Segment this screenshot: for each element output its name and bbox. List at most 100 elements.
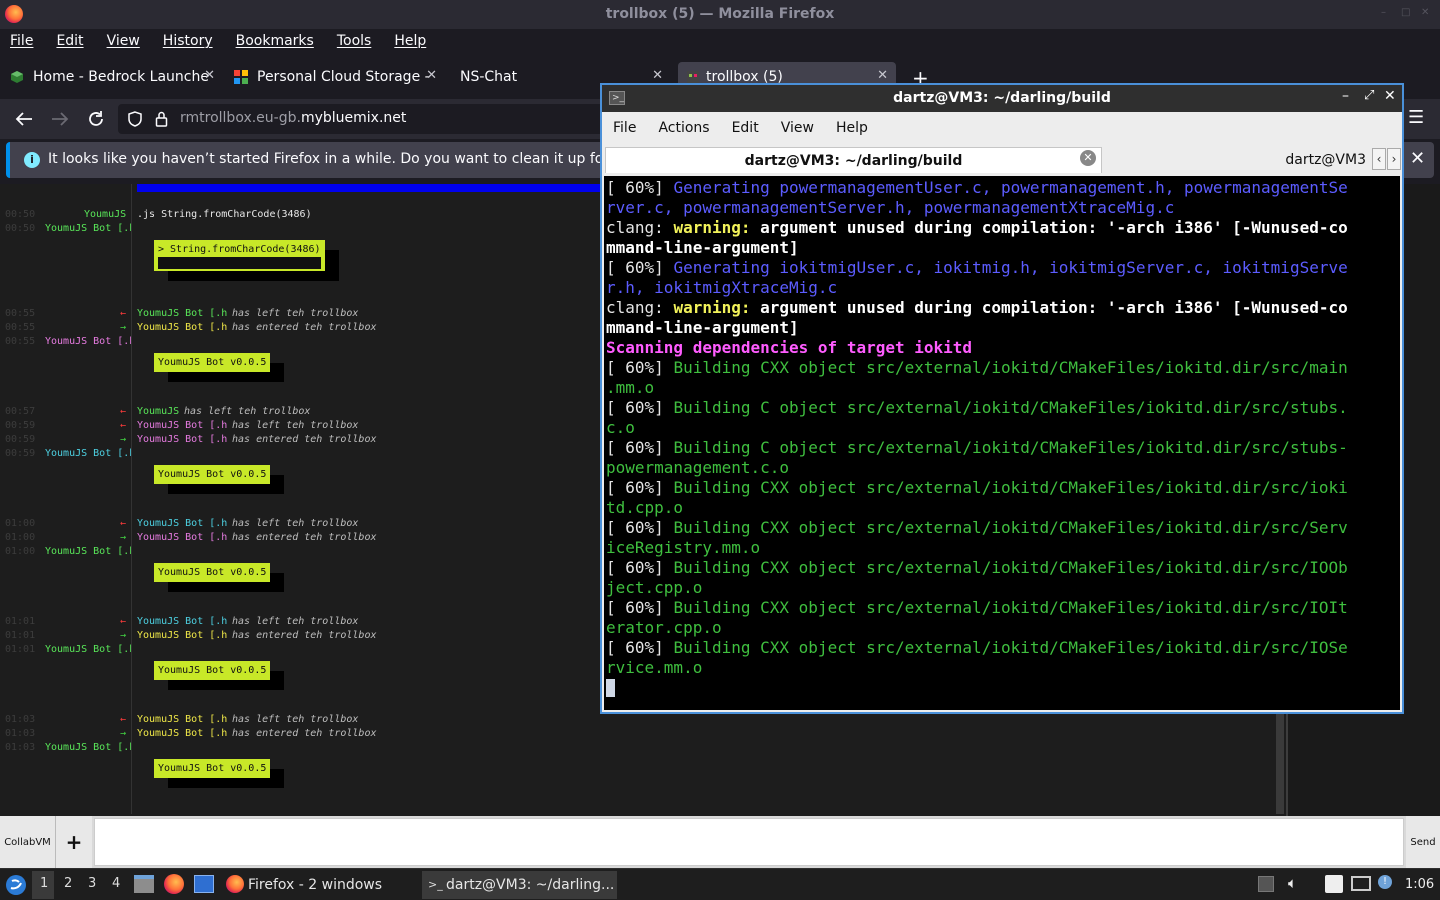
chat-nick[interactable]: YoumuJS Bot [.h xyxy=(137,532,227,543)
reload-icon[interactable] xyxy=(87,110,105,128)
tab-close-icon[interactable]: ✕ xyxy=(204,68,215,83)
tab-personal-cloud[interactable]: Personal Cloud Storage - ✕ xyxy=(234,62,437,92)
maximize-icon[interactable]: □ xyxy=(1401,8,1411,18)
terminal-tab-second[interactable]: dartz@VM3 xyxy=(1202,147,1372,173)
tab-scroll-left-icon[interactable]: ‹ xyxy=(1372,148,1386,170)
chat-nick[interactable]: YoumuJS Bot [.h xyxy=(137,714,227,725)
terminal-text-segment: [ 60%] xyxy=(606,478,674,497)
terminal-menu-actions[interactable]: Actions xyxy=(658,120,709,136)
notification-text: It looks like you haven’t started Firefo… xyxy=(48,151,632,167)
notification-close-icon[interactable]: ✕ xyxy=(1410,148,1425,169)
chat-line: 01:03 xyxy=(5,742,35,753)
terminal-minimize-icon[interactable]: – xyxy=(1342,88,1349,104)
tab-close-icon[interactable]: ✕ xyxy=(426,68,437,83)
terminal-tab-active[interactable]: dartz@VM3: ~/darling/build xyxy=(605,147,1102,173)
chat-nick[interactable]: YoumuJS xyxy=(84,209,126,220)
volume-icon[interactable]: 🔈︎ xyxy=(1288,874,1297,892)
firefox-launcher-icon[interactable] xyxy=(164,874,184,894)
chat-line: 01:01 xyxy=(5,630,35,641)
clock[interactable]: 1:06 xyxy=(1405,877,1434,892)
network-icon[interactable] xyxy=(1351,876,1371,891)
desktop-4[interactable]: 4 xyxy=(112,876,120,891)
chat-nick[interactable]: YoumuJS Bot [.h xyxy=(45,546,131,557)
terminal-text-segment: .mm.o xyxy=(606,378,655,397)
tab-home-bedrock[interactable]: Home - Bedrock Launche ✕ xyxy=(10,62,215,92)
clipboard-icon[interactable] xyxy=(1325,875,1343,893)
bedrock-icon xyxy=(11,71,23,83)
close-icon[interactable]: ✕ xyxy=(1421,8,1431,18)
hamburger-menu-icon[interactable]: ☰ xyxy=(1408,108,1424,128)
chat-nick[interactable]: YoumuJS Bot [.h xyxy=(137,322,227,333)
chat-nick[interactable]: YoumuJS Bot [.h xyxy=(45,336,131,347)
chat-nick[interactable]: YoumuJS Bot [.h xyxy=(137,434,227,445)
terminal-line: r.h, iokitmigXtraceMig.c xyxy=(606,278,1398,298)
tray-app-icon[interactable] xyxy=(1258,876,1274,892)
terminal-tab-close-icon[interactable]: ✕ xyxy=(1080,150,1096,166)
terminal-output[interactable]: [ 60%] Generating powermanagementUser.c,… xyxy=(604,176,1400,710)
minimize-icon[interactable]: – xyxy=(1381,8,1391,18)
send-button[interactable]: Send xyxy=(1406,816,1440,868)
menu-tools[interactable]: Tools xyxy=(337,33,372,49)
chat-nick[interactable]: YoumuJS Bot [.h xyxy=(45,644,131,655)
terminal-text-segment: powermanagement.c.o xyxy=(606,458,790,477)
add-room-button[interactable]: + xyxy=(56,816,92,868)
shield-icon[interactable] xyxy=(128,111,142,127)
start-menu-icon[interactable] xyxy=(5,874,27,896)
chat-nick[interactable]: YoumuJS Bot [.h xyxy=(45,223,131,234)
back-arrow-icon[interactable] xyxy=(15,111,33,127)
terminal-title-bar[interactable]: dartz@VM3: ~/darling/build xyxy=(602,85,1402,112)
terminal-line: rver.c, powermanagementServer.h, powerma… xyxy=(606,198,1398,218)
terminal-window: dartz@VM3: ~/darling/build >_ – ⤢ ✕ File… xyxy=(600,83,1404,714)
taskbar-terminal-button[interactable]: >_ dartz@VM3: ~/darling... xyxy=(422,871,617,899)
menu-help[interactable]: Help xyxy=(394,33,426,49)
chat-nick[interactable]: YoumuJS Bot [.h xyxy=(137,420,227,431)
chat-nick[interactable]: YoumuJS Bot [.h xyxy=(137,308,227,319)
menu-view[interactable]: View xyxy=(107,33,140,49)
loading-bar xyxy=(137,184,607,192)
chat-nick[interactable]: YoumuJS Bot [.h xyxy=(45,448,131,459)
update-notifier-icon[interactable]: ! xyxy=(1378,875,1392,889)
file-manager-icon[interactable] xyxy=(134,875,154,893)
terminal-text-segment: Building CXX object src/external/iokitd/… xyxy=(673,518,1348,537)
terminal-text-segment: Building CXX object src/external/iokitd/… xyxy=(673,638,1348,657)
terminal-maximize-icon[interactable]: ⤢ xyxy=(1364,88,1374,103)
tab-close-icon[interactable]: ✕ xyxy=(877,68,888,83)
terminal-text-segment: clang: xyxy=(606,298,674,317)
tab-scroll-right-icon[interactable]: › xyxy=(1387,148,1401,170)
desktop-show-icon[interactable] xyxy=(194,875,214,893)
room-button[interactable]: CollabVM xyxy=(0,816,56,868)
menu-history[interactable]: History xyxy=(163,33,213,49)
chat-nick[interactable]: YoumuJS Bot [.h xyxy=(137,616,227,627)
menu-edit[interactable]: Edit xyxy=(56,33,83,49)
terminal-text-segment: iceRegistry.mm.o xyxy=(606,538,761,557)
terminal-menu-view[interactable]: View xyxy=(781,120,814,136)
desktop-2[interactable]: 2 xyxy=(64,876,72,891)
terminal-close-icon[interactable]: ✕ xyxy=(1384,88,1396,104)
tab-close-icon[interactable]: ✕ xyxy=(652,68,663,83)
chat-nick[interactable]: YoumuJS Bot [.h xyxy=(137,728,227,739)
bot-reply-text: YoumuJS Bot v0.0.5 xyxy=(158,567,267,578)
chat-message-input[interactable] xyxy=(94,818,1404,866)
terminal-text-segment: argument unused during compilation: '-ar… xyxy=(760,218,1348,237)
desktop-3[interactable]: 3 xyxy=(88,876,96,891)
chat-nick[interactable]: YoumuJS Bot [.h xyxy=(137,518,227,529)
terminal-icon: >_ xyxy=(428,878,443,891)
taskbar-firefox-button[interactable]: Firefox - 2 windows xyxy=(224,871,414,899)
terminal-text-segment: rver.c, powermanagementServer.h, powerma… xyxy=(606,198,1175,217)
terminal-app-icon: >_ xyxy=(609,91,625,105)
chat-nick[interactable]: YoumuJS Bot [.h xyxy=(45,742,131,753)
terminal-menu-edit[interactable]: Edit xyxy=(732,120,759,136)
chat-time: 00:59 xyxy=(5,420,36,431)
desktop-1[interactable]: 1 xyxy=(40,876,48,891)
firefox-logo-icon xyxy=(5,5,23,23)
menu-file[interactable]: File xyxy=(10,33,33,49)
lock-icon[interactable] xyxy=(155,111,168,127)
terminal-menu-help[interactable]: Help xyxy=(836,120,868,136)
chat-nick[interactable]: YoumuJS Bot [.h xyxy=(137,630,227,641)
menu-bookmarks[interactable]: Bookmarks xyxy=(236,33,314,49)
forward-arrow-icon[interactable] xyxy=(51,111,69,127)
url-bar[interactable]: rmtrollbox.eu-gb.mybluemix.net xyxy=(118,104,608,134)
terminal-menu-file[interactable]: File xyxy=(613,120,636,136)
chat-nick[interactable]: YoumuJS xyxy=(137,406,179,417)
firefox-title-bar: trollbox (5) — Mozilla Firefox xyxy=(0,0,1440,29)
